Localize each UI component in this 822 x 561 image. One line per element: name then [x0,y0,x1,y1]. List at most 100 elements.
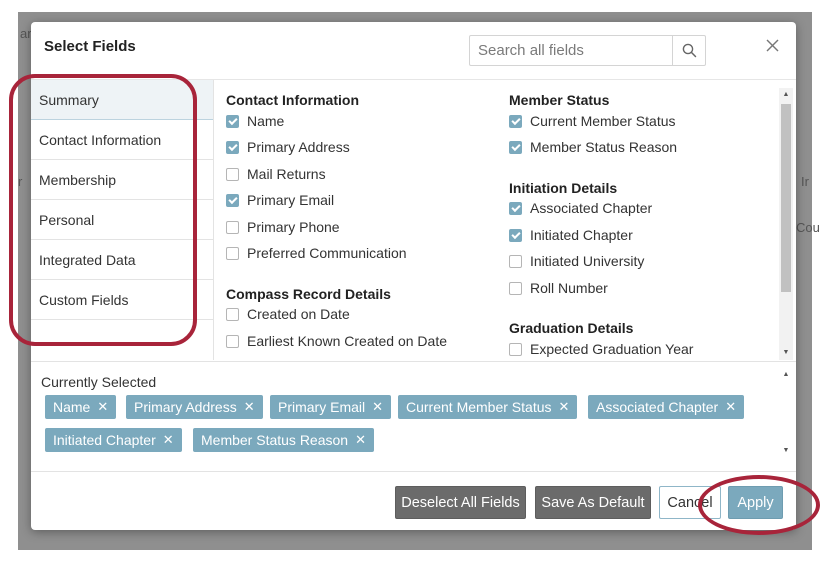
field-current-member-status[interactable]: Current Member Status [509,113,676,129]
group-title-initiation-details: Initiation Details [509,180,618,196]
field-primary-address[interactable]: Primary Address [226,139,350,155]
chip-member-status-reason: Member Status Reason ✕ [193,428,374,452]
remove-chip-icon[interactable]: ✕ [355,432,366,448]
close-button[interactable] [762,35,782,55]
field-primary-phone[interactable]: Primary Phone [226,219,340,235]
search-icon [682,43,696,58]
nav-item-contact-information[interactable]: Contact Information [31,120,213,160]
field-label: Earliest Known Created on Date [247,333,447,349]
search-box [469,35,706,66]
checkbox[interactable] [226,167,239,181]
background-text: Ir [801,174,809,189]
field-label: Name [247,113,285,129]
field-label: Initiated Chapter [530,227,633,243]
remove-chip-icon[interactable]: ✕ [163,432,174,448]
remove-chip-icon[interactable]: ✕ [97,399,108,415]
cancel-button[interactable]: Cancel [659,486,721,519]
group-title-contact-information: Contact Information [226,92,359,108]
background-text: Cou [796,220,820,235]
checkbox[interactable] [226,334,239,348]
checkbox[interactable] [226,307,239,321]
field-initiated-university[interactable]: Initiated University [509,253,644,269]
select-fields-dialog: Select Fields Summary Contact Informatio… [31,22,796,530]
search-button[interactable] [672,36,705,65]
fields-scrollbar[interactable]: ▲ ▼ [779,88,793,360]
group-title-member-status: Member Status [509,92,610,108]
selected-divider [31,361,796,362]
nav-item-personal[interactable]: Personal [31,200,213,240]
field-label: Created on Date [247,306,350,322]
chip-primary-email: Primary Email ✕ [270,395,392,419]
field-created-on-date[interactable]: Created on Date [226,306,350,322]
field-earliest-known-created-on-date[interactable]: Earliest Known Created on Date [226,333,447,349]
field-label: Primary Phone [247,219,340,235]
currently-selected-label: Currently Selected [41,374,157,390]
checkbox[interactable] [226,140,239,154]
chip-label: Member Status Reason [201,432,349,448]
checkbox[interactable] [509,254,522,268]
chip-name: Name ✕ [45,395,117,419]
checkbox[interactable] [226,220,239,234]
field-label: Member Status Reason [530,139,678,155]
apply-button[interactable]: Apply [728,486,783,519]
field-initiated-chapter[interactable]: Initiated Chapter [509,227,633,243]
scroll-up-arrow-icon[interactable]: ▲ [779,368,793,382]
chip-label: Name [53,399,91,415]
field-primary-email[interactable]: Primary Email [226,192,334,208]
field-name[interactable]: Name [226,113,284,129]
chip-current-member-status: Current Member Status ✕ [398,395,578,419]
checkbox[interactable] [509,140,522,154]
field-mail-returns[interactable]: Mail Returns [226,166,326,182]
scroll-down-arrow-icon[interactable]: ▼ [779,346,793,360]
field-label: Preferred Communication [247,245,407,261]
field-member-status-reason[interactable]: Member Status Reason [509,139,677,155]
remove-chip-icon[interactable]: ✕ [725,399,736,415]
nav-item-custom-fields[interactable]: Custom Fields [31,280,213,320]
field-label: Primary Email [247,192,335,208]
group-title-graduation-details: Graduation Details [509,320,634,336]
field-label: Primary Address [247,139,350,155]
remove-chip-icon[interactable]: ✕ [244,399,255,415]
chip-label: Primary Address [134,399,237,415]
chip-label: Primary Email [278,399,366,415]
checkbox[interactable] [509,228,522,242]
checkbox[interactable] [509,201,522,215]
field-preferred-communication[interactable]: Preferred Communication [226,245,407,261]
chip-initiated-chapter: Initiated Chapter ✕ [45,428,182,452]
field-label: Expected Graduation Year [530,341,694,357]
field-label: Roll Number [530,280,608,296]
group-title-compass-record-details: Compass Record Details [226,286,391,302]
chip-label: Current Member Status [406,399,552,415]
field-associated-chapter[interactable]: Associated Chapter [509,200,652,216]
nav-item-summary[interactable]: Summary [31,80,213,120]
checkbox[interactable] [509,342,522,356]
remove-chip-icon[interactable]: ✕ [559,399,570,415]
checkbox[interactable] [226,114,239,128]
search-input[interactable] [470,36,672,65]
scrollbar-thumb[interactable] [781,104,791,292]
save-as-default-button[interactable]: Save As Default [535,486,651,519]
checkbox[interactable] [509,114,522,128]
nav-item-integrated-data[interactable]: Integrated Data [31,240,213,280]
field-label: Mail Returns [247,166,326,182]
close-icon [766,39,778,51]
checkbox[interactable] [226,246,239,260]
checkbox[interactable] [509,281,522,295]
scroll-down-arrow-icon[interactable]: ▼ [779,444,793,458]
checkbox[interactable] [226,193,239,207]
chip-label: Associated Chapter [596,399,719,415]
remove-chip-icon[interactable]: ✕ [372,399,383,415]
field-expected-graduation-year[interactable]: Expected Graduation Year [509,341,693,357]
deselect-all-button[interactable]: Deselect All Fields [395,486,526,519]
chip-label: Initiated Chapter [53,432,156,448]
fields-panel: Contact Information Name Primary Address… [214,80,774,360]
nav-item-membership[interactable]: Membership [31,160,213,200]
footer-divider [31,471,796,472]
background-text: ar [20,26,32,41]
scroll-up-arrow-icon[interactable]: ▲ [779,88,793,102]
dialog-title: Select Fields [44,38,136,55]
selected-scrollbar[interactable]: ▲ ▼ [779,368,793,458]
field-roll-number[interactable]: Roll Number [509,280,608,296]
chip-associated-chapter: Associated Chapter ✕ [588,395,745,419]
background-text: r [18,174,23,189]
